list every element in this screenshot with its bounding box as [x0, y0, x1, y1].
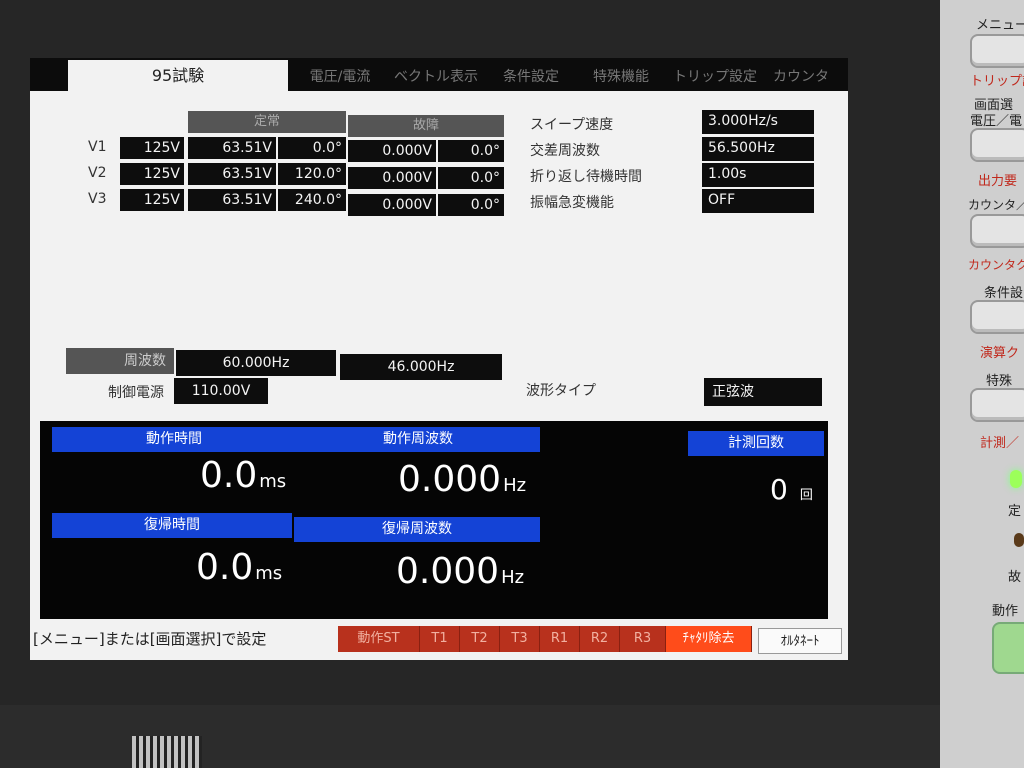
- header-normal: 定常: [188, 111, 346, 133]
- touch-screen: 95試験 電圧/電流 ベクトル表示 条件設定 特殊機能 トリップ設定 カウンタ …: [30, 58, 848, 660]
- side-label-steady: 定: [1008, 504, 1022, 519]
- v3-normal-phase[interactable]: 240.0°: [278, 189, 346, 211]
- v2-normal-voltage[interactable]: 63.51V: [188, 163, 276, 185]
- frequency-label: 周波数: [66, 348, 174, 374]
- side-label-operate: 動作: [992, 604, 1019, 619]
- side-label-fault: 故: [1008, 570, 1022, 585]
- v2-range[interactable]: 125V: [120, 163, 184, 185]
- rec-freq-number: 0.000: [396, 551, 500, 592]
- control-power-label: 制御電源: [108, 385, 164, 401]
- row-label-v2: V2: [88, 165, 107, 181]
- side-label-measure: 計測／: [980, 436, 1020, 451]
- status-r2[interactable]: R2: [580, 626, 620, 652]
- v2-normal-phase[interactable]: 120.0°: [278, 163, 346, 185]
- tab-special-function[interactable]: 特殊機能: [586, 64, 656, 91]
- status-t2[interactable]: T2: [460, 626, 500, 652]
- status-r1[interactable]: R1: [540, 626, 580, 652]
- chatter-remove-button[interactable]: ﾁｬﾀﾘ除去: [666, 626, 752, 652]
- op-freq-header: 動作周波数: [296, 427, 540, 452]
- op-time-header: 動作時間: [52, 427, 296, 452]
- side-label-menu: メニュー: [976, 18, 1024, 33]
- count-unit: 回: [799, 488, 813, 503]
- status-t3[interactable]: T3: [500, 626, 540, 652]
- side-label-condition: 条件設: [984, 286, 1024, 301]
- rec-time-value: 0.0 ms: [196, 547, 282, 588]
- rec-freq-unit: Hz: [501, 567, 525, 588]
- side-label-special: 特殊: [986, 374, 1013, 389]
- qr-code-sticker: [132, 736, 202, 768]
- v1-fault-phase[interactable]: 0.0°: [438, 140, 504, 162]
- v2-fault-phase[interactable]: 0.0°: [438, 167, 504, 189]
- rec-freq-header: 復帰周波数: [294, 517, 540, 542]
- v3-normal-voltage[interactable]: 63.51V: [188, 189, 276, 211]
- rec-freq-value: 0.000 Hz: [396, 551, 524, 592]
- v3-range[interactable]: 125V: [120, 189, 184, 211]
- side-label-counter-clear: カウンタク: [968, 258, 1024, 272]
- v1-fault-voltage[interactable]: 0.000V: [348, 140, 436, 162]
- measurement-panel: 動作時間 動作周波数 計測回数 0.0 ms 0.000 Hz 0回 復帰時間 復帰…: [40, 421, 828, 619]
- v3-fault-phase[interactable]: 0.0°: [438, 194, 504, 216]
- side-label-calc: 演算ク: [980, 346, 1020, 361]
- tab-condition-setting[interactable]: 条件設定: [496, 64, 566, 91]
- rec-time-unit: ms: [255, 563, 283, 584]
- return-wait-label: 折り返し待機時間: [530, 169, 642, 185]
- header-fault: 故障: [348, 115, 504, 137]
- v3-fault-voltage[interactable]: 0.000V: [348, 194, 436, 216]
- rec-time-number: 0.0: [196, 547, 254, 588]
- side-label-voltage: 電圧／電: [970, 114, 1023, 129]
- special-hardware-button[interactable]: [970, 388, 1024, 422]
- amp-change-field[interactable]: OFF: [702, 189, 814, 213]
- status-r3[interactable]: R3: [620, 626, 666, 652]
- hardware-side-panel: メニュー トリップ設 画面選 電圧／電 出力要 カウンタ／ カウンタク 条件設 …: [940, 0, 1024, 768]
- tab-bar: 95試験 電圧/電流 ベクトル表示 条件設定 特殊機能 トリップ設定 カウンタ: [30, 58, 848, 91]
- op-freq-unit: Hz: [503, 475, 527, 496]
- tab-counter[interactable]: カウンタ: [764, 64, 838, 91]
- op-time-unit: ms: [259, 471, 287, 492]
- sweep-speed-field[interactable]: 3.000Hz/s: [702, 110, 814, 134]
- cross-freq-field[interactable]: 56.500Hz: [702, 137, 814, 161]
- op-time-value: 0.0 ms: [200, 455, 286, 496]
- condition-hardware-button[interactable]: [970, 300, 1024, 334]
- operate-hardware-button[interactable]: [992, 622, 1024, 674]
- v2-fault-voltage[interactable]: 0.000V: [348, 167, 436, 189]
- status-bar: [メニュー]または[画面選択]で設定 動作ST T1 T2 T3 R1 R2 R…: [30, 620, 848, 660]
- row-label-v3: V3: [88, 191, 107, 207]
- side-label-trip: トリップ設: [970, 74, 1024, 89]
- count-header: 計測回数: [688, 431, 824, 456]
- status-led-green: [1010, 470, 1022, 488]
- alternate-button[interactable]: ｵﾙﾀﾈｰﾄ: [758, 628, 842, 654]
- count-number: 0: [770, 473, 788, 506]
- waveform-label: 波形タイプ: [526, 383, 596, 399]
- return-wait-field[interactable]: 1.00s: [702, 163, 814, 187]
- tab-vector-display[interactable]: ベクトル表示: [386, 64, 486, 91]
- op-freq-number: 0.000: [398, 459, 502, 500]
- voltage-hardware-button[interactable]: [970, 128, 1024, 162]
- v1-normal-phase[interactable]: 0.0°: [278, 137, 346, 159]
- status-op-st[interactable]: 動作ST: [338, 626, 420, 652]
- side-label-output: 出力要: [978, 174, 1018, 189]
- op-time-number: 0.0: [200, 455, 258, 496]
- counter-hardware-button[interactable]: [970, 214, 1024, 248]
- frequency-field-1[interactable]: 60.000Hz: [176, 350, 336, 376]
- tab-trip-setting[interactable]: トリップ設定: [670, 64, 760, 91]
- sweep-speed-label: スイープ速度: [530, 117, 614, 133]
- frequency-field-2[interactable]: 46.000Hz: [340, 354, 502, 380]
- side-label-counter: カウンタ／: [968, 198, 1024, 212]
- count-value: 0回: [770, 473, 813, 506]
- tab-voltage-current[interactable]: 電圧/電流: [302, 64, 378, 91]
- rec-time-header: 復帰時間: [52, 513, 292, 538]
- cross-freq-label: 交差周波数: [530, 143, 600, 159]
- waveform-field[interactable]: 正弦波: [704, 378, 822, 406]
- amp-change-label: 振幅急変機能: [530, 195, 614, 211]
- menu-hardware-button[interactable]: [970, 34, 1024, 68]
- v1-normal-voltage[interactable]: 63.51V: [188, 137, 276, 159]
- tab-95-test[interactable]: 95試験: [68, 60, 288, 91]
- control-power-field[interactable]: 110.00V: [174, 378, 268, 404]
- v1-range[interactable]: 125V: [120, 137, 184, 159]
- status-led-fault: [1014, 533, 1024, 547]
- row-label-v1: V1: [88, 139, 107, 155]
- status-hint: [メニュー]または[画面選択]で設定: [33, 630, 267, 648]
- op-freq-value: 0.000 Hz: [398, 459, 526, 500]
- status-t1[interactable]: T1: [420, 626, 460, 652]
